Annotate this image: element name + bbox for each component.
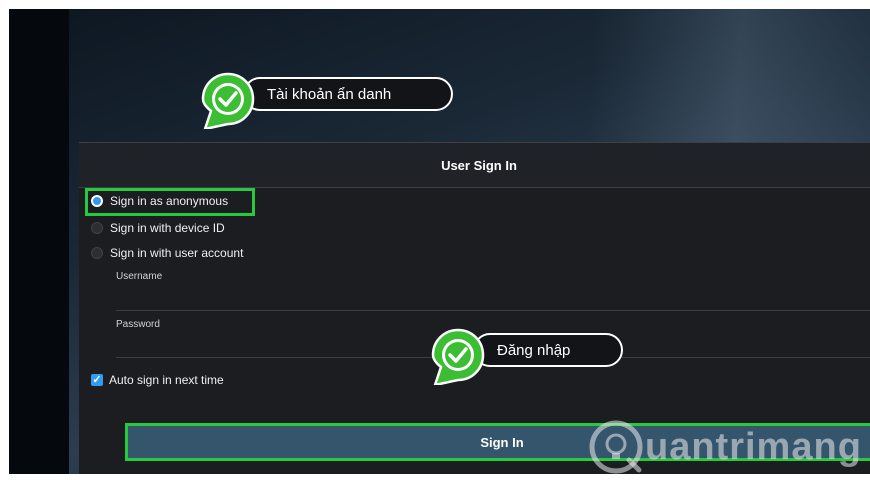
dialog-title: User Sign In: [79, 143, 870, 188]
option-user-account-label: Sign in with user account: [110, 246, 244, 260]
radio-selected-icon[interactable]: [91, 195, 103, 207]
option-user-account[interactable]: Sign in with user account: [91, 243, 243, 263]
radio-unselected-icon[interactable]: [91, 247, 103, 259]
check-badge-icon: [431, 328, 485, 385]
password-label: Password: [116, 319, 160, 330]
app-screen: User Sign In Sign in as anonymous Sign i…: [9, 9, 870, 474]
option-anonymous-label: Sign in as anonymous: [110, 194, 229, 208]
watermark: uantrimang: [589, 417, 862, 474]
option-device-id[interactable]: Sign in with device ID: [91, 218, 225, 238]
callout-anonymous-text: Tài khoản ẩn danh: [267, 85, 392, 103]
checkbox-checked-icon[interactable]: ✓: [91, 374, 103, 386]
option-anonymous[interactable]: Sign in as anonymous: [91, 191, 228, 211]
background-left-panel: [9, 9, 69, 474]
watermark-text: uantrimang: [645, 425, 862, 468]
lightbulb-icon: [589, 420, 643, 474]
option-device-id-label: Sign in with device ID: [110, 221, 225, 235]
username-field[interactable]: [116, 310, 870, 311]
auto-sign-in-label: Auto sign in next time: [109, 373, 224, 387]
callout-login-text: Đăng nhập: [497, 341, 571, 359]
auto-sign-in-option[interactable]: ✓ Auto sign in next time: [91, 373, 224, 387]
check-badge-icon: [201, 72, 255, 129]
callout-anonymous-pill: Tài khoản ẩn danh: [243, 77, 453, 111]
radio-unselected-icon[interactable]: [91, 222, 103, 234]
username-label: Username: [116, 271, 163, 282]
callout-login-pill: Đăng nhập: [473, 333, 623, 367]
